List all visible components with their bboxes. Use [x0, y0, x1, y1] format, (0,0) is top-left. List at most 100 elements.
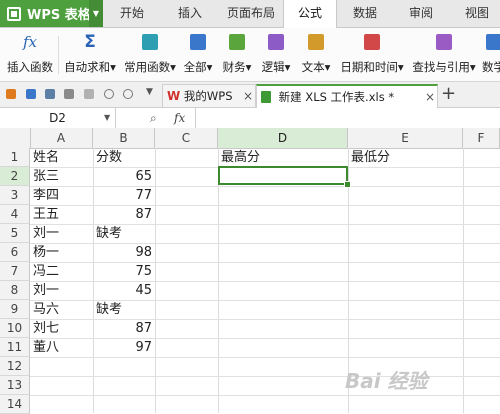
tab-review[interactable]: 审阅: [409, 0, 433, 27]
doc-tab-my-wps[interactable]: W 我的WPS ×: [162, 84, 256, 107]
select-all-corner[interactable]: [0, 128, 31, 148]
cell-a8[interactable]: 刘一: [30, 281, 93, 300]
row-header-11[interactable]: 11: [0, 338, 30, 357]
math-functions-button[interactable]: 数学: [482, 28, 500, 81]
chevron-down-icon[interactable]: ▼: [104, 108, 110, 128]
cell-b5[interactable]: 缺考: [93, 224, 155, 243]
formula-bar: D2 ▼ ⌕ fx: [0, 108, 500, 129]
redo-icon[interactable]: [123, 89, 133, 99]
name-box[interactable]: D2: [0, 108, 116, 128]
row-header-3[interactable]: 3: [0, 186, 30, 205]
cell-a1[interactable]: 姓名: [30, 148, 93, 167]
preview-icon[interactable]: [84, 89, 94, 99]
close-icon[interactable]: ×: [425, 86, 435, 108]
tab-insert[interactable]: 插入: [178, 0, 202, 27]
wps-icon: W: [167, 89, 181, 103]
menu-bar: WPS 表格 ▼ 开始 插入 页面布局 公式 数据 审阅 视图: [0, 0, 500, 28]
close-icon[interactable]: ×: [243, 85, 253, 107]
save-icon[interactable]: [26, 89, 36, 99]
column-header-a[interactable]: A: [30, 128, 93, 148]
open-folder-icon[interactable]: [6, 89, 16, 99]
cell-a6[interactable]: 杨一: [30, 243, 93, 262]
app-menu-button[interactable]: WPS 表格 ▼: [0, 0, 103, 27]
column-header-e[interactable]: E: [348, 128, 463, 148]
cell-b10[interactable]: 87: [93, 319, 155, 338]
fx-icon: fx: [22, 33, 37, 51]
tab-formula[interactable]: 公式: [283, 0, 337, 28]
tab-page-layout[interactable]: 页面布局: [227, 0, 275, 27]
text-book-icon: [308, 34, 324, 50]
lookup-functions-label: 查找与引用▾: [412, 60, 476, 74]
lookup-functions-button[interactable]: 查找与引用▾: [410, 28, 478, 81]
row-header-8[interactable]: 8: [0, 281, 30, 300]
cell-b8[interactable]: 45: [93, 281, 155, 300]
cell-b4[interactable]: 87: [93, 205, 155, 224]
cell-e1[interactable]: 最低分: [348, 148, 463, 167]
new-tab-plus-icon[interactable]: +: [441, 83, 456, 105]
gridline: [30, 376, 500, 377]
row-header-4[interactable]: 4: [0, 205, 30, 224]
row-header-10[interactable]: 10: [0, 319, 30, 338]
logic-functions-button[interactable]: 逻辑▾: [258, 28, 294, 81]
column-header-b[interactable]: B: [93, 128, 155, 148]
text-functions-label: 文本▾: [301, 60, 331, 74]
all-functions-label: 全部▾: [183, 60, 213, 74]
datetime-functions-button[interactable]: 日期和时间▾: [338, 28, 406, 81]
cell-b7[interactable]: 75: [93, 262, 155, 281]
cell-a4[interactable]: 王五: [30, 205, 93, 224]
divider: [58, 36, 59, 74]
row-header-14[interactable]: 14: [0, 395, 30, 414]
cell-a9[interactable]: 马六: [30, 300, 93, 319]
tab-start[interactable]: 开始: [120, 0, 144, 27]
cell-b2[interactable]: 65: [93, 167, 155, 186]
cell-b3[interactable]: 77: [93, 186, 155, 205]
search-icon[interactable]: ⌕: [150, 108, 157, 128]
column-header-c[interactable]: C: [155, 128, 218, 148]
ribbon-toolbar: fx 插入函数 Σ 自动求和▾ 常用函数▾ 全部▾ 财务▾ 逻辑▾ 文本▾ 日期…: [0, 28, 500, 82]
tab-data[interactable]: 数据: [353, 0, 377, 27]
tab-view[interactable]: 视图: [465, 0, 489, 27]
cell-b9[interactable]: 缺考: [93, 300, 155, 319]
cell-a5[interactable]: 刘一: [30, 224, 93, 243]
print-icon[interactable]: [64, 89, 74, 99]
all-functions-button[interactable]: 全部▾: [182, 28, 214, 81]
autosum-button[interactable]: Σ 自动求和▾: [62, 28, 118, 81]
row-header-12[interactable]: 12: [0, 357, 30, 376]
cell-d1[interactable]: 最高分: [218, 148, 348, 167]
fill-handle[interactable]: [344, 181, 351, 188]
row-header-6[interactable]: 6: [0, 243, 30, 262]
common-functions-button[interactable]: 常用函数▾: [122, 28, 178, 81]
row-header-7[interactable]: 7: [0, 262, 30, 281]
fx-icon[interactable]: fx: [174, 108, 185, 128]
active-cell-d2[interactable]: [218, 166, 348, 185]
undo-icon[interactable]: [104, 89, 114, 99]
cell-a3[interactable]: 李四: [30, 186, 93, 205]
cell-a11[interactable]: 董八: [30, 338, 93, 357]
cell-b6[interactable]: 98: [93, 243, 155, 262]
common-functions-label: 常用函数▾: [124, 60, 176, 74]
math-functions-label: 数学: [482, 60, 500, 74]
cell-a7[interactable]: 冯二: [30, 262, 93, 281]
customize-dropdown-icon[interactable]: ▼: [146, 87, 153, 97]
cell-b11[interactable]: 97: [93, 338, 155, 357]
formula-input[interactable]: [195, 108, 500, 128]
row-header-13[interactable]: 13: [0, 376, 30, 395]
doc-tab-xls[interactable]: 新建 XLS 工作表.xls * ×: [256, 84, 438, 108]
cell-a2[interactable]: 张三: [30, 167, 93, 186]
insert-function-button[interactable]: fx 插入函数: [4, 28, 56, 81]
cell-a10[interactable]: 刘七: [30, 319, 93, 338]
chevron-down-icon[interactable]: ▼: [89, 0, 103, 27]
finance-functions-button[interactable]: 财务▾: [219, 28, 255, 81]
row-header-5[interactable]: 5: [0, 224, 30, 243]
book-icon: [190, 34, 206, 50]
column-header-f[interactable]: F: [463, 128, 500, 148]
export-icon[interactable]: [45, 89, 55, 99]
cell-b1[interactable]: 分数: [93, 148, 155, 167]
xls-file-icon: [261, 91, 271, 103]
row-header-9[interactable]: 9: [0, 300, 30, 319]
text-functions-button[interactable]: 文本▾: [298, 28, 334, 81]
row-header-1[interactable]: 1: [0, 148, 30, 167]
column-header-d[interactable]: D: [218, 128, 348, 148]
row-header-2[interactable]: 2: [0, 167, 30, 186]
watermark: Bai 经验: [345, 369, 428, 393]
